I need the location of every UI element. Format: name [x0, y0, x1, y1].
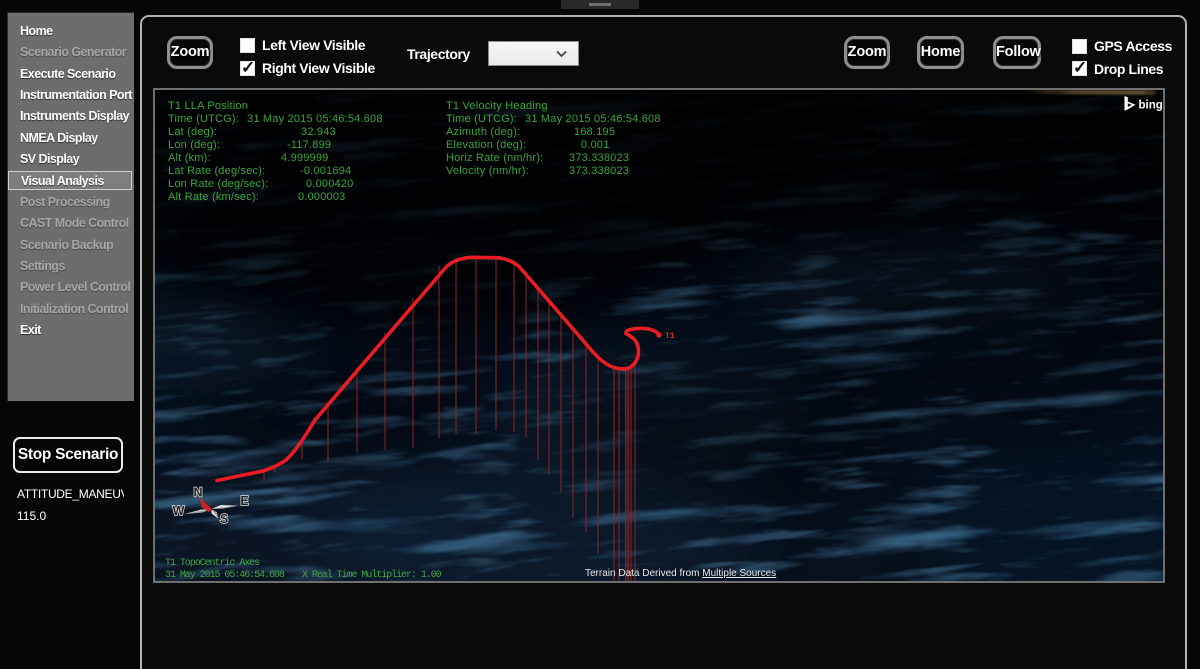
svg-text:W: W: [173, 504, 185, 518]
svg-text:N: N: [193, 486, 202, 500]
svg-text:S: S: [220, 512, 228, 526]
svg-text:T1: T1: [665, 332, 675, 341]
svg-text:E: E: [240, 494, 248, 508]
svg-text:bing: bing: [1139, 100, 1163, 112]
